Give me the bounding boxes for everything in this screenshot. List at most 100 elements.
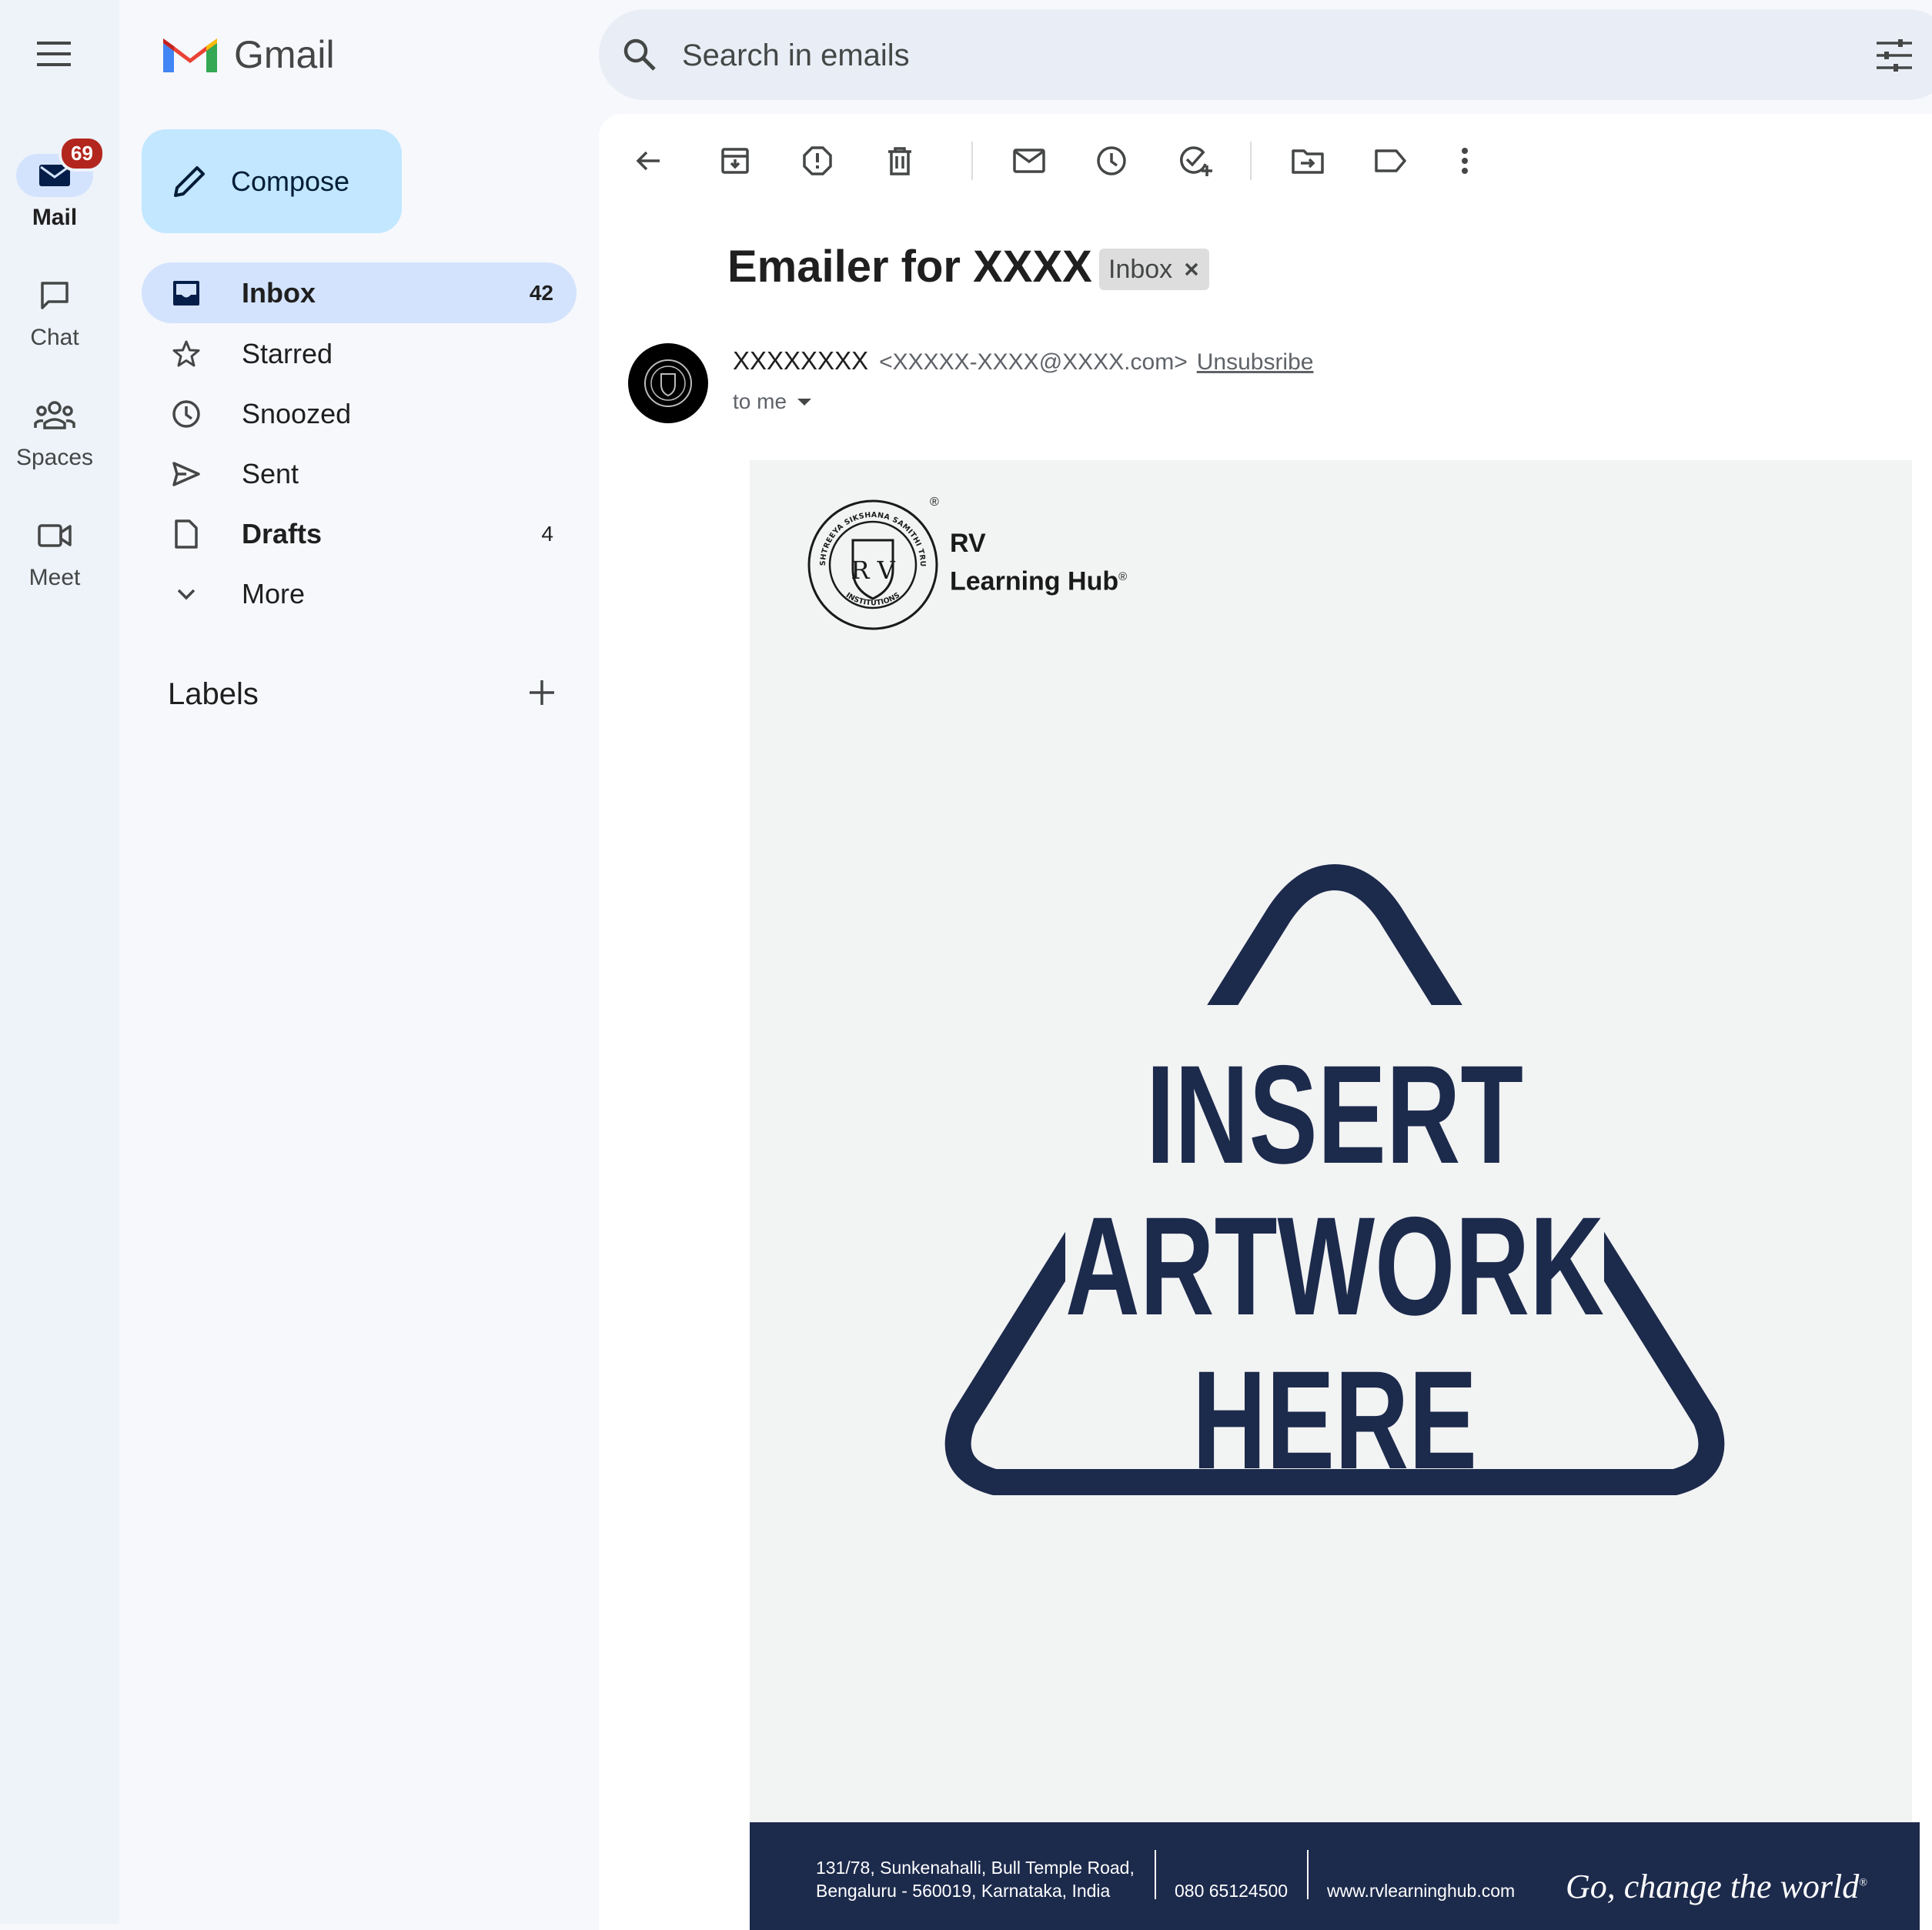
address-line-1: 131/78, Sunkenahalli, Bull Temple Road, <box>816 1858 1135 1878</box>
more-vert-icon <box>1462 148 1468 174</box>
headline-line-3: HERE <box>1192 1341 1477 1498</box>
search-icon <box>623 38 656 71</box>
footer-divider <box>1307 1850 1309 1899</box>
label-button[interactable] <box>1371 142 1409 180</box>
footer-address: 131/78, Sunkenahalli, Bull Temple Road, … <box>816 1856 1135 1902</box>
video-icon <box>38 524 72 547</box>
report-spam-button[interactable] <box>798 142 837 180</box>
move-to-button[interactable] <box>1289 142 1327 180</box>
search-bar[interactable]: Search in emails <box>599 9 1932 100</box>
rv-seal-logo: RASHTREEYA SIKSHANA SAMITHI TRUST INSTIT… <box>804 496 938 630</box>
rail-label-mail: Mail <box>32 205 78 230</box>
sender-line: XXXXXXXX <XXXXX-XXXX@XXXX.com> Unsubsribe <box>733 346 1313 376</box>
chevron-down-icon <box>177 589 196 599</box>
app-name: Gmail <box>234 33 335 76</box>
delete-icon <box>888 147 911 175</box>
email-view: Emailer for XXXX Inbox XXXXXXXX <XXXXX-XX… <box>599 114 1932 1930</box>
nav-label-more: More <box>242 577 306 609</box>
nav-item-snoozed[interactable]: Snoozed <box>142 383 577 444</box>
add-to-tasks-button[interactable] <box>1176 142 1215 180</box>
send-icon <box>172 461 200 486</box>
search-options-icon[interactable] <box>1875 38 1914 72</box>
more-actions-button[interactable] <box>1446 142 1484 180</box>
seal-center-letters: R V <box>851 556 895 585</box>
recipients-toggle[interactable]: to me <box>733 389 813 414</box>
nav-count-drafts: 4 <box>541 521 553 546</box>
add-task-icon <box>1180 146 1212 176</box>
nav-label-sent: Sent <box>242 457 299 489</box>
nav-label-starred: Starred <box>242 337 333 369</box>
search-input[interactable]: Search in emails <box>682 38 910 73</box>
nav-item-starred[interactable]: Starred <box>142 323 577 384</box>
clock-icon <box>172 399 200 428</box>
rv-seal-icon <box>644 359 692 407</box>
delete-button[interactable] <box>881 142 919 180</box>
recipient-text: to me <box>733 389 787 413</box>
nav-item-drafts[interactable]: Drafts 4 <box>142 503 577 564</box>
gmail-logo[interactable]: Gmail <box>160 31 360 78</box>
snooze-icon <box>1097 146 1126 175</box>
rail-item-chat[interactable]: Chat <box>0 274 109 351</box>
mark-unread-button[interactable] <box>1010 142 1048 180</box>
headline-line-2: ARTWORK <box>1065 1187 1604 1344</box>
brand-line-2: Learning Hub® <box>950 566 1128 596</box>
headline-line-1: INSERT <box>1146 1036 1523 1193</box>
nav-label-snoozed: Snoozed <box>242 397 352 429</box>
rail-label-meet: Meet <box>28 565 81 590</box>
email-artwork: RASHTREEYA SIKSHANA SAMITHI TRUST INSTIT… <box>750 460 1920 1930</box>
rail-item-spaces[interactable]: Spaces <box>0 394 109 471</box>
chat-icon <box>41 282 69 309</box>
labels-heading: Labels <box>168 677 259 711</box>
nav-label-drafts: Drafts <box>242 517 323 549</box>
address-line-2: Bengaluru - 560019, Karnataka, India <box>816 1881 1111 1901</box>
rail-item-meet[interactable]: Meet <box>0 514 109 591</box>
snooze-button[interactable] <box>1092 142 1131 180</box>
inbox-label-text: Inbox <box>1108 254 1173 284</box>
compose-label: Compose <box>231 165 350 197</box>
toolbar-divider <box>1250 142 1252 180</box>
star-icon <box>172 340 200 366</box>
email-subject: Emailer for XXXX <box>727 242 1092 292</box>
footer-website[interactable]: www.rvlearninghub.com <box>1327 1881 1515 1902</box>
move-to-icon <box>1292 149 1324 174</box>
create-label-button[interactable] <box>525 676 559 710</box>
pencil-icon <box>174 165 205 197</box>
nav-label-inbox: Inbox <box>242 276 316 309</box>
draft-icon <box>175 519 198 549</box>
archive-icon <box>721 148 749 174</box>
sender-avatar <box>628 343 708 423</box>
toolbar-divider <box>971 142 973 180</box>
gmail-m-icon <box>163 38 217 72</box>
artwork-placeholder-graphic: INSERT ARTWORK HERE <box>944 864 1725 1498</box>
unread-badge: 69 <box>58 135 105 172</box>
footer-tagline: Go, change the world® <box>1566 1868 1867 1905</box>
compose-button[interactable]: Compose <box>142 129 402 233</box>
nav-item-sent[interactable]: Sent <box>142 443 577 504</box>
brand-name: RV Learning Hub® <box>950 526 1127 598</box>
inbox-label-chip: Inbox <box>1099 249 1210 290</box>
nav-item-inbox[interactable]: Inbox 42 <box>142 262 577 323</box>
sender-name: XXXXXXXX <box>733 346 869 375</box>
footer-phone: 080 65124500 <box>1175 1881 1289 1901</box>
unsubscribe-link[interactable]: Unsubsribe <box>1197 349 1314 375</box>
footer-divider <box>1155 1850 1156 1899</box>
artwork-footer: 131/78, Sunkenahalli, Bull Temple Road, … <box>750 1822 1920 1930</box>
mark-unread-icon <box>1013 149 1045 173</box>
caret-down-icon <box>797 399 812 406</box>
rail-label-spaces: Spaces <box>15 445 94 470</box>
brand-line-1: RV <box>950 529 986 558</box>
sender-email: <XXXXX-XXXX@XXXX.com> <box>879 349 1188 375</box>
spaces-icon <box>34 401 75 429</box>
hamburger-menu-icon <box>37 42 71 66</box>
rail-label-chat: Chat <box>30 325 79 350</box>
rail-item-mail[interactable]: 69 Mail <box>0 135 109 231</box>
back-button[interactable] <box>630 142 668 180</box>
nav-item-more[interactable]: More <box>142 563 577 624</box>
seal-registered-mark: ® <box>930 496 939 509</box>
archive-button[interactable] <box>716 142 754 180</box>
close-icon[interactable] <box>1183 261 1200 278</box>
report-spam-icon <box>803 146 832 175</box>
plus-icon <box>530 680 554 705</box>
main-menu-button[interactable] <box>35 38 74 69</box>
inbox-icon <box>173 280 199 306</box>
